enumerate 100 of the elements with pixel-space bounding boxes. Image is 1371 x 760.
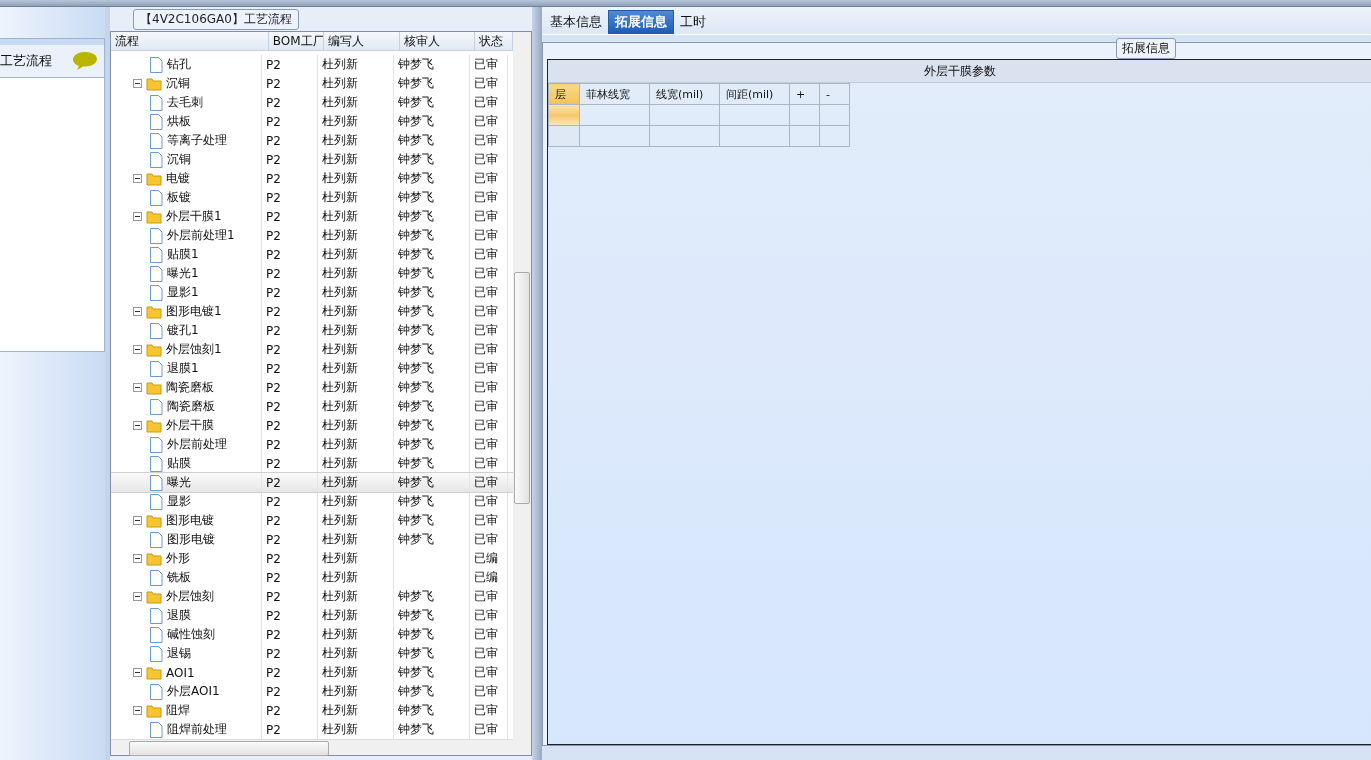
table-cell: 钟梦飞 [398,683,434,700]
tree-row[interactable]: 贴膜1 P2 杜列新 钟梦飞 已审 [111,245,513,264]
tree-row[interactable]: 曝光1 P2 杜列新 钟梦飞 已审 [111,264,513,283]
table-cell: 已审 [474,531,498,548]
tree-row[interactable]: 沉铜 P2 杜列新 钟梦飞 已审 [111,150,513,169]
table-cell: P2 [266,722,281,737]
table-cell: 杜列新 [322,322,358,339]
tree-row[interactable]: 碱性蚀刻 P2 杜列新 钟梦飞 已审 [111,625,513,644]
tab[interactable]: 拓展信息 [608,10,674,34]
tree-row[interactable]: 图形电镀 P2 杜列新 钟梦飞 已审 [111,511,513,530]
table-cell: 钟梦飞 [398,379,434,396]
tree-row[interactable]: 外层AOI1 P2 杜列新 钟梦飞 已审 [111,682,513,701]
tree-row[interactable]: 外层蚀刻 P2 杜列新 钟梦飞 已审 [111,587,513,606]
table-cell: 已审 [474,56,498,73]
tree-row[interactable]: 陶瓷磨板 P2 杜列新 钟梦飞 已审 [111,378,513,397]
table-cell: 杜列新 [322,246,358,263]
column-header[interactable]: 线宽(mil) [649,83,720,105]
tree-row[interactable]: 去毛刺 P2 杜列新 钟梦飞 已审 [111,93,513,112]
tree-row[interactable]: 阻焊 P2 杜列新 钟梦飞 已审 [111,701,513,720]
column-header[interactable]: 核审人 [399,32,476,50]
tree-row[interactable]: 镀孔1 P2 杜列新 钟梦飞 已审 [111,321,513,340]
table-cell: 已审 [474,455,498,472]
table-cell: P2 [266,361,281,376]
tree-row[interactable]: 铣板 P2 杜列新 已编 [111,568,513,587]
table-cell: P2 [266,247,281,262]
tree-row[interactable]: 电镀 P2 杜列新 钟梦飞 已审 [111,169,513,188]
list-item[interactable]: 工艺流程 [0,45,104,78]
table-cell: 已审 [474,227,498,244]
tree-row[interactable]: 外层前处理 P2 杜列新 钟梦飞 已审 [111,435,513,454]
column-header[interactable]: 层 [548,83,580,105]
tree-row[interactable]: 烘板 P2 杜列新 钟梦飞 已审 [111,112,513,131]
table-cell: 钟梦飞 [398,284,434,301]
tree-row[interactable]: 沉铜 P2 杜列新 钟梦飞 已审 [111,74,513,93]
tab[interactable]: 工时 [674,10,712,34]
tab[interactable]: 基本信息 [544,10,608,34]
table-cell: 已审 [474,417,498,434]
tree-row[interactable]: 陶瓷磨板 P2 杜列新 钟梦飞 已审 [111,397,513,416]
table-cell: 钟梦飞 [398,360,434,377]
table-cell: 钟梦飞 [398,645,434,662]
tree-label: 贴膜1 [167,246,199,263]
tree-label: 外层前处理1 [167,227,235,244]
tree-row[interactable]: 钻孔 P2 杜列新 钟梦飞 已审 [111,55,513,74]
table-cell: 钟梦飞 [398,322,434,339]
tree-row[interactable]: 退膜 P2 杜列新 钟梦飞 已审 [111,606,513,625]
table-cell: 已审 [474,151,498,168]
table-cell: 钟梦飞 [398,265,434,282]
tree-row[interactable]: 图形电镀1 P2 杜列新 钟梦飞 已审 [111,302,513,321]
column-header[interactable]: 间距(mil) [719,83,790,105]
tree-row[interactable]: AOI1 P2 杜列新 钟梦飞 已审 [111,663,513,682]
table-cell: P2 [266,190,281,205]
tree-row[interactable]: 图形电镀 P2 杜列新 钟梦飞 已审 [111,530,513,549]
column-header[interactable]: + [789,83,820,105]
tree-label: 退膜1 [167,360,199,377]
table-cell: 钟梦飞 [398,151,434,168]
table-cell: 钟梦飞 [398,113,434,130]
table-cell: P2 [266,209,281,224]
column-header[interactable]: BOM工厂 [268,32,325,50]
table-cell: 已审 [474,265,498,282]
tree-label: 钻孔 [167,56,191,73]
tree-label: 镀孔1 [167,322,199,339]
table-cell: P2 [266,646,281,661]
tree-row[interactable]: 外层干膜 P2 杜列新 钟梦飞 已审 [111,416,513,435]
tree-label: 去毛刺 [167,94,203,111]
table-cell: 杜列新 [322,645,358,662]
tree-row[interactable]: 显影 P2 杜列新 钟梦飞 已审 [111,492,513,511]
table-cell: 钟梦飞 [398,170,434,187]
tree-label: 陶瓷磨板 [167,398,215,415]
tree-row[interactable]: 外形 P2 杜列新 已编 [111,549,513,568]
tree-row[interactable]: 外层前处理1 P2 杜列新 钟梦飞 已审 [111,226,513,245]
table-cell: 已审 [474,246,498,263]
table-cell: 钟梦飞 [398,588,434,605]
table-cell: 杜列新 [322,474,358,491]
tree-row[interactable]: 退锡 P2 杜列新 钟梦飞 已审 [111,644,513,663]
table-cell: 已审 [474,645,498,662]
tree-row[interactable]: 曝光 P2 杜列新 钟梦飞 已审 [111,473,513,492]
column-header[interactable]: 编写人 [324,32,400,50]
table-cell: 已审 [474,379,498,396]
table-cell: 已审 [474,341,498,358]
table-cell: 杜列新 [322,170,358,187]
tree-row[interactable]: 显影1 P2 杜列新 钟梦飞 已审 [111,283,513,302]
tree-row[interactable]: 退膜1 P2 杜列新 钟梦飞 已审 [111,359,513,378]
table-cell: P2 [266,133,281,148]
table-cell: 杜列新 [322,531,358,548]
tree-row[interactable]: 外层干膜1 P2 杜列新 钟梦飞 已审 [111,207,513,226]
table-cell: 钟梦飞 [398,56,434,73]
table-cell: 已审 [474,664,498,681]
tree-label: 曝光 [167,474,191,491]
table-cell: 已编 [474,550,498,567]
column-header[interactable]: 流程 [111,32,269,50]
tree-label: 阻焊 [166,702,190,719]
column-header[interactable]: - [819,83,850,105]
tree-row[interactable]: 等离子处理 P2 杜列新 钟梦飞 已审 [111,131,513,150]
table-cell: P2 [266,589,281,604]
tree-label: 板镀 [167,189,191,206]
column-header[interactable]: 菲林线宽 [579,83,650,105]
table-cell: 已审 [474,702,498,719]
tree-row[interactable]: 外层蚀刻1 P2 杜列新 钟梦飞 已审 [111,340,513,359]
table-cell: 杜列新 [322,550,358,567]
tree-row[interactable]: 板镀 P2 杜列新 钟梦飞 已审 [111,188,513,207]
table-cell: 钟梦飞 [398,227,434,244]
